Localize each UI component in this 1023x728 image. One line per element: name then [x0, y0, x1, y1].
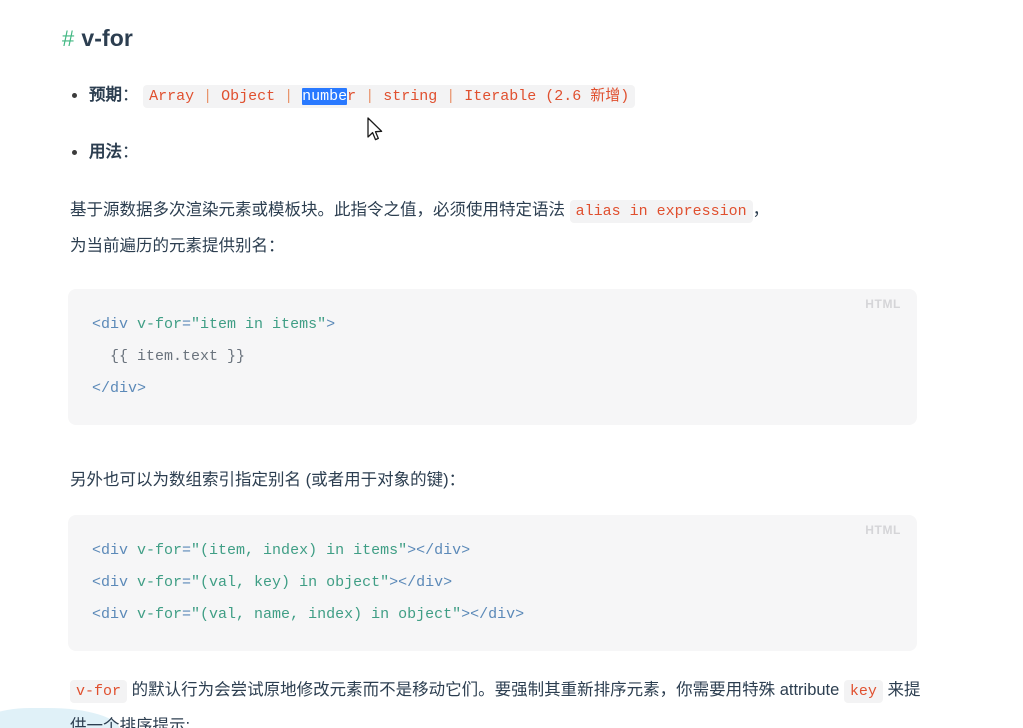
code2-l1-val: "(item, index) in items"	[191, 542, 408, 559]
selected-text-number[interactable]: numbe	[302, 88, 348, 105]
usage-colon: ：	[122, 143, 139, 161]
usage-description-part1: 基于源数据多次渲染元素或模板块。此指令之值，必须使用特定语法	[70, 201, 565, 219]
code-token-object: Object	[221, 88, 276, 105]
code2-l2-end: ></div>	[389, 574, 453, 591]
page-title-text: v-for	[81, 25, 133, 51]
code-block-alias-content[interactable]: <div v-for="(item, index) in items"></di…	[68, 535, 917, 631]
code2-l2-val: "(val, key) in object"	[191, 574, 390, 591]
code2-l1-eq: =	[182, 542, 192, 559]
code-sep-4: |	[437, 88, 465, 105]
code2-l3-attr: v-for	[137, 606, 183, 623]
code-block-alias[interactable]: HTML <div v-for="(item, index) in items"…	[68, 515, 917, 651]
code-equals: =	[182, 316, 192, 333]
code-token-iterable: Iterable (2.6 新增)	[464, 88, 630, 105]
code-attr-value: "item in items"	[191, 316, 327, 333]
documentation-page: # v-for 预期： Array | Object | number | str…	[0, 0, 1023, 728]
code2-l3-val: "(val, name, index) in object"	[191, 606, 462, 623]
article-content: # v-for 预期： Array | Object | number | str…	[0, 0, 1023, 728]
heading-anchor-icon[interactable]: #	[62, 26, 74, 51]
code-tag-closing: </div>	[92, 380, 147, 397]
list-item-expects: 预期： Array | Object | number | string | I…	[72, 81, 961, 111]
vfor-inline-code[interactable]: v-for	[70, 680, 128, 703]
code2-l2-tag: <div	[92, 574, 138, 591]
code2-l3-tag: <div	[92, 606, 138, 623]
expects-colon: ：	[122, 86, 139, 104]
alias-index-note: 另外也可以为数组索引指定别名 (或者用于对象的键)：	[70, 471, 466, 489]
code2-l3-eq: =	[182, 606, 192, 623]
code2-l2-eq: =	[182, 574, 192, 591]
list-item-usage: 用法：	[72, 138, 961, 166]
code-token-array: Array	[149, 88, 195, 105]
code-tag-close-bracket: >	[326, 316, 336, 333]
code2-l1-end: ></div>	[407, 542, 471, 559]
spec-list: 预期： Array | Object | number | string | I…	[62, 81, 961, 166]
expects-label: 预期	[89, 86, 122, 104]
code-sep-3: |	[356, 88, 384, 105]
expects-value-code[interactable]: Array | Object | number | string | Itera…	[143, 85, 636, 108]
usage-label: 用法	[89, 143, 122, 161]
usage-description: 基于源数据多次渲染元素或模板块。此指令之值，必须使用特定语法 alias in …	[70, 193, 928, 263]
alias-expression-code[interactable]: alias in expression	[569, 200, 753, 223]
code2-l2-attr: v-for	[137, 574, 183, 591]
key-hint-part1: 的默认行为会尝试原地修改元素而不是移动它们。要强制其重新排序元素，你需要用特殊 …	[131, 681, 840, 699]
code-token-string: string	[383, 88, 438, 105]
key-inline-text: key	[849, 683, 877, 700]
code-block-basic[interactable]: HTML <div v-for="item in items"> {{ item…	[68, 289, 917, 425]
usage-description-comma: ，	[752, 201, 770, 219]
code-attr-vfor: v-for	[137, 316, 183, 333]
key-inline-code[interactable]: key	[843, 680, 883, 703]
code2-l3-end: ></div>	[461, 606, 525, 623]
page-title: # v-for	[62, 18, 961, 59]
code-sep-1: |	[194, 88, 222, 105]
code-sep-2: |	[275, 88, 303, 105]
code-language-badge-2: HTML	[865, 523, 901, 537]
code-language-badge: HTML	[865, 297, 901, 311]
key-hint-note: v-for 的默认行为会尝试原地修改元素而不是移动它们。要强制其重新排序元素，你…	[70, 673, 928, 728]
code-tag-open: <div	[92, 316, 138, 333]
alias-expression-text: alias in expression	[575, 203, 747, 220]
vfor-inline-text: v-for	[76, 683, 122, 700]
code-block-basic-content[interactable]: <div v-for="item in items"> {{ item.text…	[68, 309, 917, 405]
code2-l1-attr: v-for	[137, 542, 183, 559]
code-token-number-tail: r	[347, 88, 357, 105]
code-mustache: {{ item.text }}	[92, 348, 246, 365]
usage-description-part2: 为当前遍历的元素提供别名：	[70, 237, 285, 255]
code2-l1-tag: <div	[92, 542, 138, 559]
